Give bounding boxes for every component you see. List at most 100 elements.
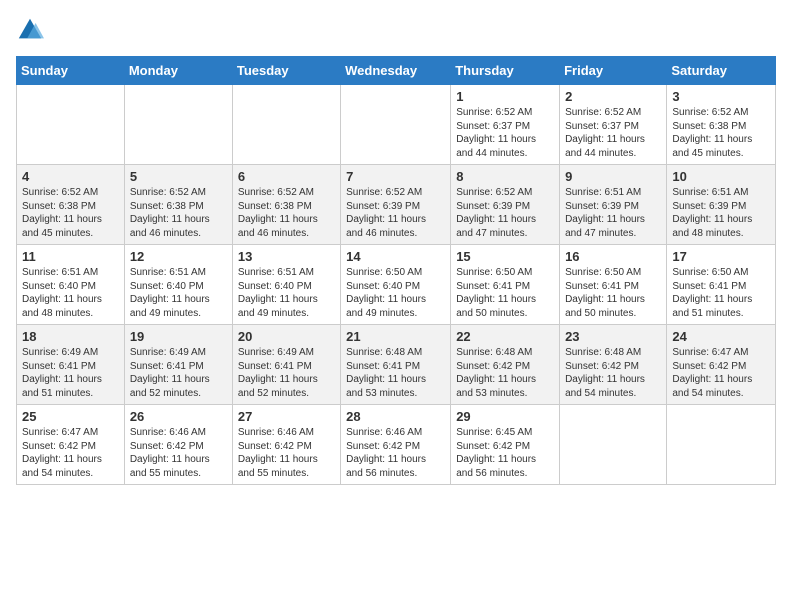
day-number: 25 [22, 409, 119, 424]
day-info: Sunrise: 6:52 AM Sunset: 6:37 PM Dayligh… [565, 106, 661, 160]
day-info: Sunrise: 6:48 AM Sunset: 6:42 PM Dayligh… [456, 346, 554, 400]
day-number: 19 [130, 329, 227, 344]
logo [16, 16, 48, 44]
calendar-cell [232, 85, 340, 165]
page-header [16, 16, 776, 44]
calendar-cell: 5 Sunrise: 6:52 AM Sunset: 6:38 PM Daylig… [124, 165, 232, 245]
calendar-cell: 11 Sunrise: 6:51 AM Sunset: 6:40 PM Dayli… [17, 245, 125, 325]
calendar-cell: 26 Sunrise: 6:46 AM Sunset: 6:42 PM Dayli… [124, 405, 232, 485]
calendar-cell: 21Sunrise: 6:48 AM Sunset: 6:41 PM Dayli… [341, 325, 451, 405]
day-number: 29 [456, 409, 554, 424]
day-number: 4 [22, 169, 119, 184]
day-number: 24 [672, 329, 770, 344]
day-info: Sunrise: 6:50 AM Sunset: 6:41 PM Dayligh… [565, 266, 661, 320]
day-info: Sunrise: 6:51 AM Sunset: 6:40 PM Dayligh… [22, 266, 119, 320]
calendar-cell [124, 85, 232, 165]
weekday-header-thursday: Thursday [451, 57, 560, 85]
weekday-header-wednesday: Wednesday [341, 57, 451, 85]
calendar-cell: 2 Sunrise: 6:52 AM Sunset: 6:37 PM Daylig… [560, 85, 667, 165]
calendar-cell: 9Sunrise: 6:51 AM Sunset: 6:39 PM Daylig… [560, 165, 667, 245]
day-info: Sunrise: 6:48 AM Sunset: 6:42 PM Dayligh… [565, 346, 661, 400]
calendar-cell: 16 Sunrise: 6:50 AM Sunset: 6:41 PM Dayli… [560, 245, 667, 325]
day-info: Sunrise: 6:46 AM Sunset: 6:42 PM Dayligh… [130, 426, 227, 480]
calendar-cell [560, 405, 667, 485]
day-number: 3 [672, 89, 770, 104]
calendar-cell: 14 Sunrise: 6:50 AM Sunset: 6:40 PM Dayli… [341, 245, 451, 325]
day-info: Sunrise: 6:52 AM Sunset: 6:39 PM Dayligh… [346, 186, 445, 240]
day-number: 14 [346, 249, 445, 264]
calendar-cell: 3 Sunrise: 6:52 AM Sunset: 6:38 PM Daylig… [667, 85, 776, 165]
day-info: Sunrise: 6:52 AM Sunset: 6:38 PM Dayligh… [130, 186, 227, 240]
day-number: 15 [456, 249, 554, 264]
calendar-week-row: 25 Sunrise: 6:47 AM Sunset: 6:42 PM Dayli… [17, 405, 776, 485]
day-number: 28 [346, 409, 445, 424]
calendar-cell: 18 Sunrise: 6:49 AM Sunset: 6:41 PM Dayli… [17, 325, 125, 405]
day-info: Sunrise: 6:46 AM Sunset: 6:42 PM Dayligh… [346, 426, 445, 480]
day-number: 22 [456, 329, 554, 344]
day-info: Sunrise: 6:52 AM Sunset: 6:38 PM Dayligh… [22, 186, 119, 240]
calendar-cell: 25 Sunrise: 6:47 AM Sunset: 6:42 PM Dayli… [17, 405, 125, 485]
day-number: 13 [238, 249, 335, 264]
calendar-cell: 28 Sunrise: 6:46 AM Sunset: 6:42 PM Dayli… [341, 405, 451, 485]
day-info: Sunrise: 6:51 AM Sunset: 6:40 PM Dayligh… [130, 266, 227, 320]
calendar-cell: 27 Sunrise: 6:46 AM Sunset: 6:42 PM Dayli… [232, 405, 340, 485]
day-number: 11 [22, 249, 119, 264]
day-info: Sunrise: 6:50 AM Sunset: 6:41 PM Dayligh… [456, 266, 554, 320]
calendar-cell: 17Sunrise: 6:50 AM Sunset: 6:41 PM Dayli… [667, 245, 776, 325]
day-number: 26 [130, 409, 227, 424]
weekday-header-monday: Monday [124, 57, 232, 85]
day-info: Sunrise: 6:52 AM Sunset: 6:38 PM Dayligh… [672, 106, 770, 160]
logo-icon [16, 16, 44, 44]
day-info: Sunrise: 6:51 AM Sunset: 6:40 PM Dayligh… [238, 266, 335, 320]
day-number: 18 [22, 329, 119, 344]
day-info: Sunrise: 6:48 AM Sunset: 6:41 PM Dayligh… [346, 346, 445, 400]
calendar-cell: 10 Sunrise: 6:51 AM Sunset: 6:39 PM Dayli… [667, 165, 776, 245]
calendar-cell [17, 85, 125, 165]
calendar-cell [667, 405, 776, 485]
day-info: Sunrise: 6:47 AM Sunset: 6:42 PM Dayligh… [672, 346, 770, 400]
weekday-header-friday: Friday [560, 57, 667, 85]
day-info: Sunrise: 6:47 AM Sunset: 6:42 PM Dayligh… [22, 426, 119, 480]
calendar-cell: 7 Sunrise: 6:52 AM Sunset: 6:39 PM Daylig… [341, 165, 451, 245]
calendar-cell: 4 Sunrise: 6:52 AM Sunset: 6:38 PM Daylig… [17, 165, 125, 245]
calendar-cell: 1Sunrise: 6:52 AM Sunset: 6:37 PM Daylig… [451, 85, 560, 165]
day-info: Sunrise: 6:49 AM Sunset: 6:41 PM Dayligh… [130, 346, 227, 400]
weekday-header-saturday: Saturday [667, 57, 776, 85]
calendar-cell: 22 Sunrise: 6:48 AM Sunset: 6:42 PM Dayli… [451, 325, 560, 405]
calendar-week-row: 18 Sunrise: 6:49 AM Sunset: 6:41 PM Dayli… [17, 325, 776, 405]
calendar-cell: 24 Sunrise: 6:47 AM Sunset: 6:42 PM Dayli… [667, 325, 776, 405]
day-number: 5 [130, 169, 227, 184]
calendar-week-row: 11 Sunrise: 6:51 AM Sunset: 6:40 PM Dayli… [17, 245, 776, 325]
calendar-cell [341, 85, 451, 165]
calendar-cell: 15 Sunrise: 6:50 AM Sunset: 6:41 PM Dayli… [451, 245, 560, 325]
calendar-cell: 8Sunrise: 6:52 AM Sunset: 6:39 PM Daylig… [451, 165, 560, 245]
day-number: 7 [346, 169, 445, 184]
calendar-table: SundayMondayTuesdayWednesdayThursdayFrid… [16, 56, 776, 485]
day-number: 10 [672, 169, 770, 184]
day-info: Sunrise: 6:51 AM Sunset: 6:39 PM Dayligh… [672, 186, 770, 240]
day-info: Sunrise: 6:51 AM Sunset: 6:39 PM Dayligh… [565, 186, 661, 240]
day-info: Sunrise: 6:50 AM Sunset: 6:40 PM Dayligh… [346, 266, 445, 320]
calendar-week-row: 1 Sunrise: 6:52 AM Sunset: 6:37 PM Daylig… [17, 85, 776, 165]
day-info: Sunrise: 6:49 AM Sunset: 6:41 PM Dayligh… [238, 346, 335, 400]
day-number: 6 [238, 169, 335, 184]
day-number: 23 [565, 329, 661, 344]
calendar-cell: 19 Sunrise: 6:49 AM Sunset: 6:41 PM Dayli… [124, 325, 232, 405]
day-number: 17 [672, 249, 770, 264]
day-info: Sunrise: 6:52 AM Sunset: 6:38 PM Dayligh… [238, 186, 335, 240]
calendar-cell: 6 Sunrise: 6:52 AM Sunset: 6:38 PM Daylig… [232, 165, 340, 245]
day-number: 1 [456, 89, 554, 104]
day-number: 8 [456, 169, 554, 184]
calendar-cell: 13 Sunrise: 6:51 AM Sunset: 6:40 PM Dayli… [232, 245, 340, 325]
calendar-cell: 29Sunrise: 6:45 AM Sunset: 6:42 PM Dayli… [451, 405, 560, 485]
weekday-header-sunday: Sunday [17, 57, 125, 85]
day-number: 16 [565, 249, 661, 264]
calendar-week-row: 4 Sunrise: 6:52 AM Sunset: 6:38 PM Daylig… [17, 165, 776, 245]
calendar-cell: 12Sunrise: 6:51 AM Sunset: 6:40 PM Dayli… [124, 245, 232, 325]
day-number: 27 [238, 409, 335, 424]
day-info: Sunrise: 6:49 AM Sunset: 6:41 PM Dayligh… [22, 346, 119, 400]
day-number: 2 [565, 89, 661, 104]
day-info: Sunrise: 6:46 AM Sunset: 6:42 PM Dayligh… [238, 426, 335, 480]
calendar-cell: 20 Sunrise: 6:49 AM Sunset: 6:41 PM Dayli… [232, 325, 340, 405]
day-number: 20 [238, 329, 335, 344]
